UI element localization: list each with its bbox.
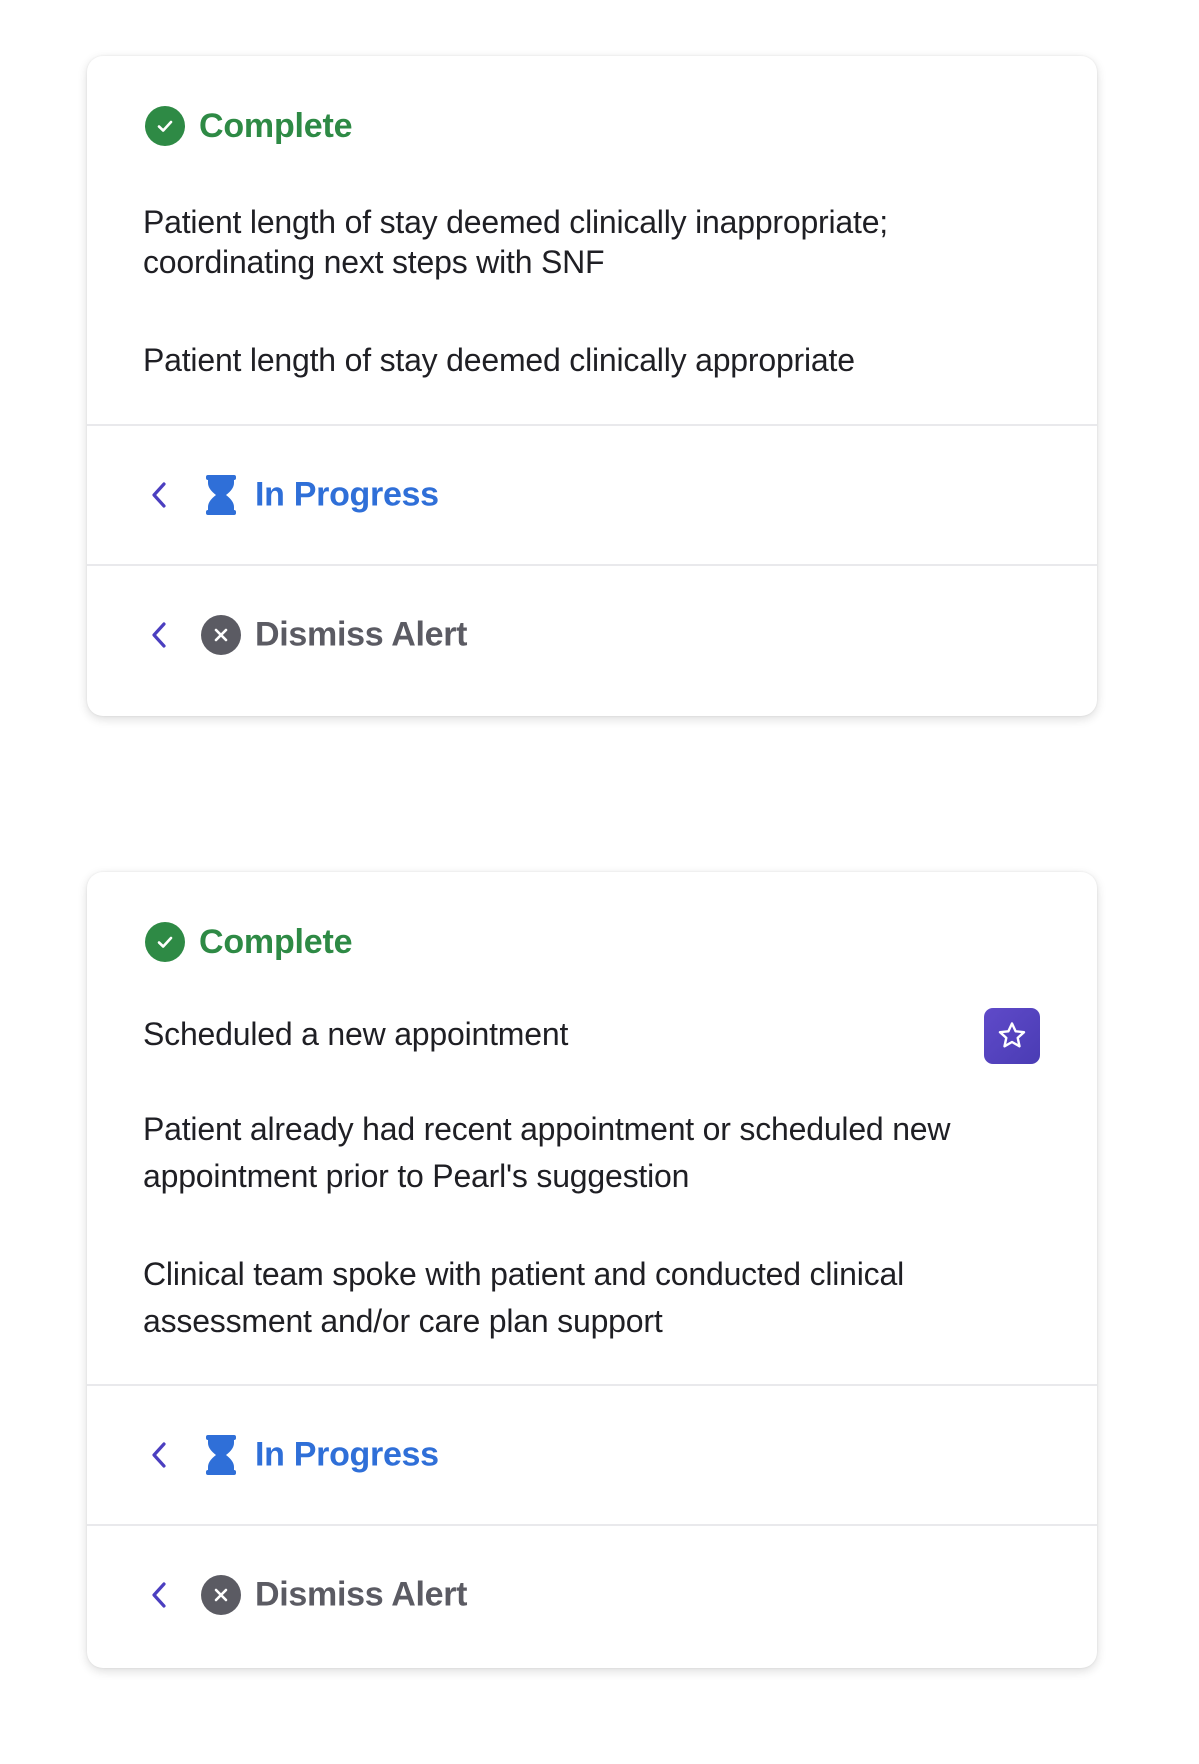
dismiss-alert-label: Dismiss Alert (255, 1575, 468, 1614)
outcome-option-scheduled[interactable]: Scheduled a new appointment (143, 1014, 1023, 1054)
close-circle-icon (201, 1575, 241, 1615)
outcome-option-appropriate[interactable]: Patient length of stay deemed clinically… (143, 340, 1023, 380)
dismiss-alert-label: Dismiss Alert (255, 615, 468, 654)
favorite-button[interactable] (984, 1008, 1040, 1064)
close-circle-icon (201, 615, 241, 655)
in-progress-row[interactable]: In Progress (87, 426, 1097, 564)
outcome-option-inappropriate[interactable]: Patient length of stay deemed clinically… (143, 202, 1023, 282)
outcome-option-clinical-assessment[interactable]: Clinical team spoke with patient and con… (143, 1251, 1023, 1345)
star-icon (998, 1022, 1026, 1048)
complete-label: Complete (199, 922, 353, 961)
check-circle-icon (145, 106, 185, 146)
in-progress-label: In Progress (255, 475, 439, 514)
dismiss-alert-row[interactable]: Dismiss Alert (87, 566, 1097, 704)
complete-label: Complete (199, 106, 353, 145)
card-content: Complete Patient length of stay deemed c… (87, 56, 1097, 424)
hourglass-icon (201, 475, 241, 515)
card-content: Complete Scheduled a new appointment Pat… (87, 872, 1097, 1384)
alert-card-los: Complete Patient length of stay deemed c… (87, 56, 1097, 716)
check-circle-icon (145, 922, 185, 962)
chevron-left-icon (152, 1442, 166, 1468)
chevron-left-icon (152, 1582, 166, 1608)
in-progress-label: In Progress (255, 1435, 439, 1474)
chevron-left-icon (152, 622, 166, 648)
outcome-option-recent-appointment[interactable]: Patient already had recent appointment o… (143, 1106, 1023, 1200)
in-progress-row[interactable]: In Progress (87, 1386, 1097, 1524)
dismiss-alert-row[interactable]: Dismiss Alert (87, 1526, 1097, 1664)
status-complete: Complete (145, 922, 353, 962)
status-complete: Complete (145, 106, 353, 146)
chevron-left-icon (152, 482, 166, 508)
hourglass-icon (201, 1435, 241, 1475)
alert-card-appointment: Complete Scheduled a new appointment Pat… (87, 872, 1097, 1668)
